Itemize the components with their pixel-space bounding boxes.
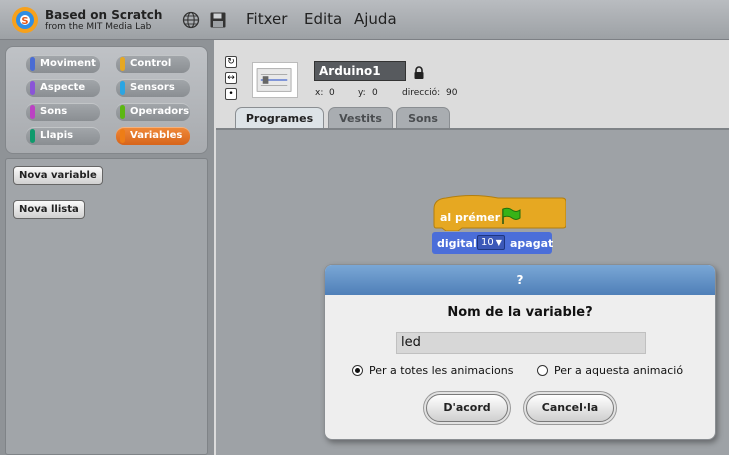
hat-block-label: al prémer [440,211,501,224]
sprite-x-label: x: [315,88,324,98]
lock-icon[interactable] [413,66,425,80]
category-variables[interactable]: Variables [116,127,190,145]
category-sensing[interactable]: Sensors [116,79,190,97]
radio-all-sprites-label[interactable]: Per a totes les animacions [369,364,513,377]
blocks-palette-area: Nova variable Nova llista [5,158,208,455]
radio-all-sprites[interactable] [352,365,363,376]
category-label: Llapis [40,130,74,141]
scratch-logo-icon: S [12,7,38,33]
green-flag-icon [502,207,521,224]
top-bar: S Based on Scratch from the MIT Media La… [0,0,729,40]
category-color-bar [30,81,35,95]
tab-costumes[interactable]: Vestits [328,107,393,128]
app-title: Based on Scratch [45,8,163,22]
sprite-name-field[interactable]: Arduino1 [314,61,406,81]
dialog-question: Nom de la variable? [447,305,593,320]
category-looks[interactable]: Aspecte [26,79,100,97]
new-list-button[interactable]: Nova llista [13,200,85,219]
app-subtitle: from the MIT Media Lab [45,22,152,32]
category-label: Moviment [40,58,96,69]
svg-text:S: S [21,16,28,27]
category-color-bar [30,129,35,143]
no-rotate-icon[interactable]: • [225,88,237,100]
category-operators[interactable]: Operadors [116,103,190,121]
category-label: Variables [130,130,183,141]
sprite-y-value: 0 [372,88,378,98]
category-motion[interactable]: Moviment [26,55,100,73]
chevron-down-icon: ▼ [495,238,502,247]
sprite-x-value: 0 [329,88,335,98]
radio-this-sprite[interactable] [537,365,548,376]
category-color-bar [120,105,125,119]
variable-name-input[interactable]: led [396,332,646,354]
sprite-thumbnail [252,62,298,98]
radio-this-sprite-label[interactable]: Per a aquesta animació [554,364,683,377]
category-color-bar [30,105,35,119]
tab-sounds[interactable]: Sons [396,107,450,128]
menu-help[interactable]: Ajuda [354,10,397,28]
globe-icon[interactable] [182,11,200,29]
floppy-disk-icon[interactable] [209,11,227,29]
new-variable-dialog: ? Nom de la variable? led Per a totes le… [324,264,716,440]
left-panel: Moviment Control Aspecte Sensors Sons Op… [0,40,214,455]
category-label: Sons [40,106,68,117]
category-label: Control [130,58,172,69]
sprite-direction-label: direcció: [402,88,441,98]
category-color-bar [120,81,125,95]
pin-dropdown-value: 10 [481,237,494,248]
tab-scripts[interactable]: Programes [235,107,324,128]
command-block-suffix: apagat [510,237,554,250]
category-label: Sensors [130,82,175,93]
command-block-label: digital [437,237,477,250]
category-label: Aspecte [40,82,86,93]
sprite-direction-value: 90 [446,88,458,98]
category-label: Operadors [130,106,190,117]
category-sound[interactable]: Sons [26,103,100,121]
dialog-title: ? [325,265,715,295]
cancel-button[interactable]: Cancel·la [526,394,614,422]
category-pen[interactable]: Llapis [26,127,100,145]
new-variable-button[interactable]: Nova variable [13,166,103,185]
pin-dropdown[interactable]: 10 ▼ [477,235,505,250]
menu-file[interactable]: Fitxer [246,10,287,28]
radio-selected-dot [355,368,360,373]
sprite-y-label: y: [358,88,366,98]
flip-mode-icon[interactable]: ↔ [225,72,237,84]
category-color-bar [30,57,35,71]
category-palette: Moviment Control Aspecte Sensors Sons Op… [5,46,208,154]
ok-button[interactable]: D'acord [426,394,508,422]
menu-edit[interactable]: Edita [304,10,342,28]
rotate-mode-icon[interactable]: ↻ [225,56,237,68]
category-color-bar [120,129,125,143]
category-control[interactable]: Control [116,55,190,73]
category-color-bar [120,57,125,71]
